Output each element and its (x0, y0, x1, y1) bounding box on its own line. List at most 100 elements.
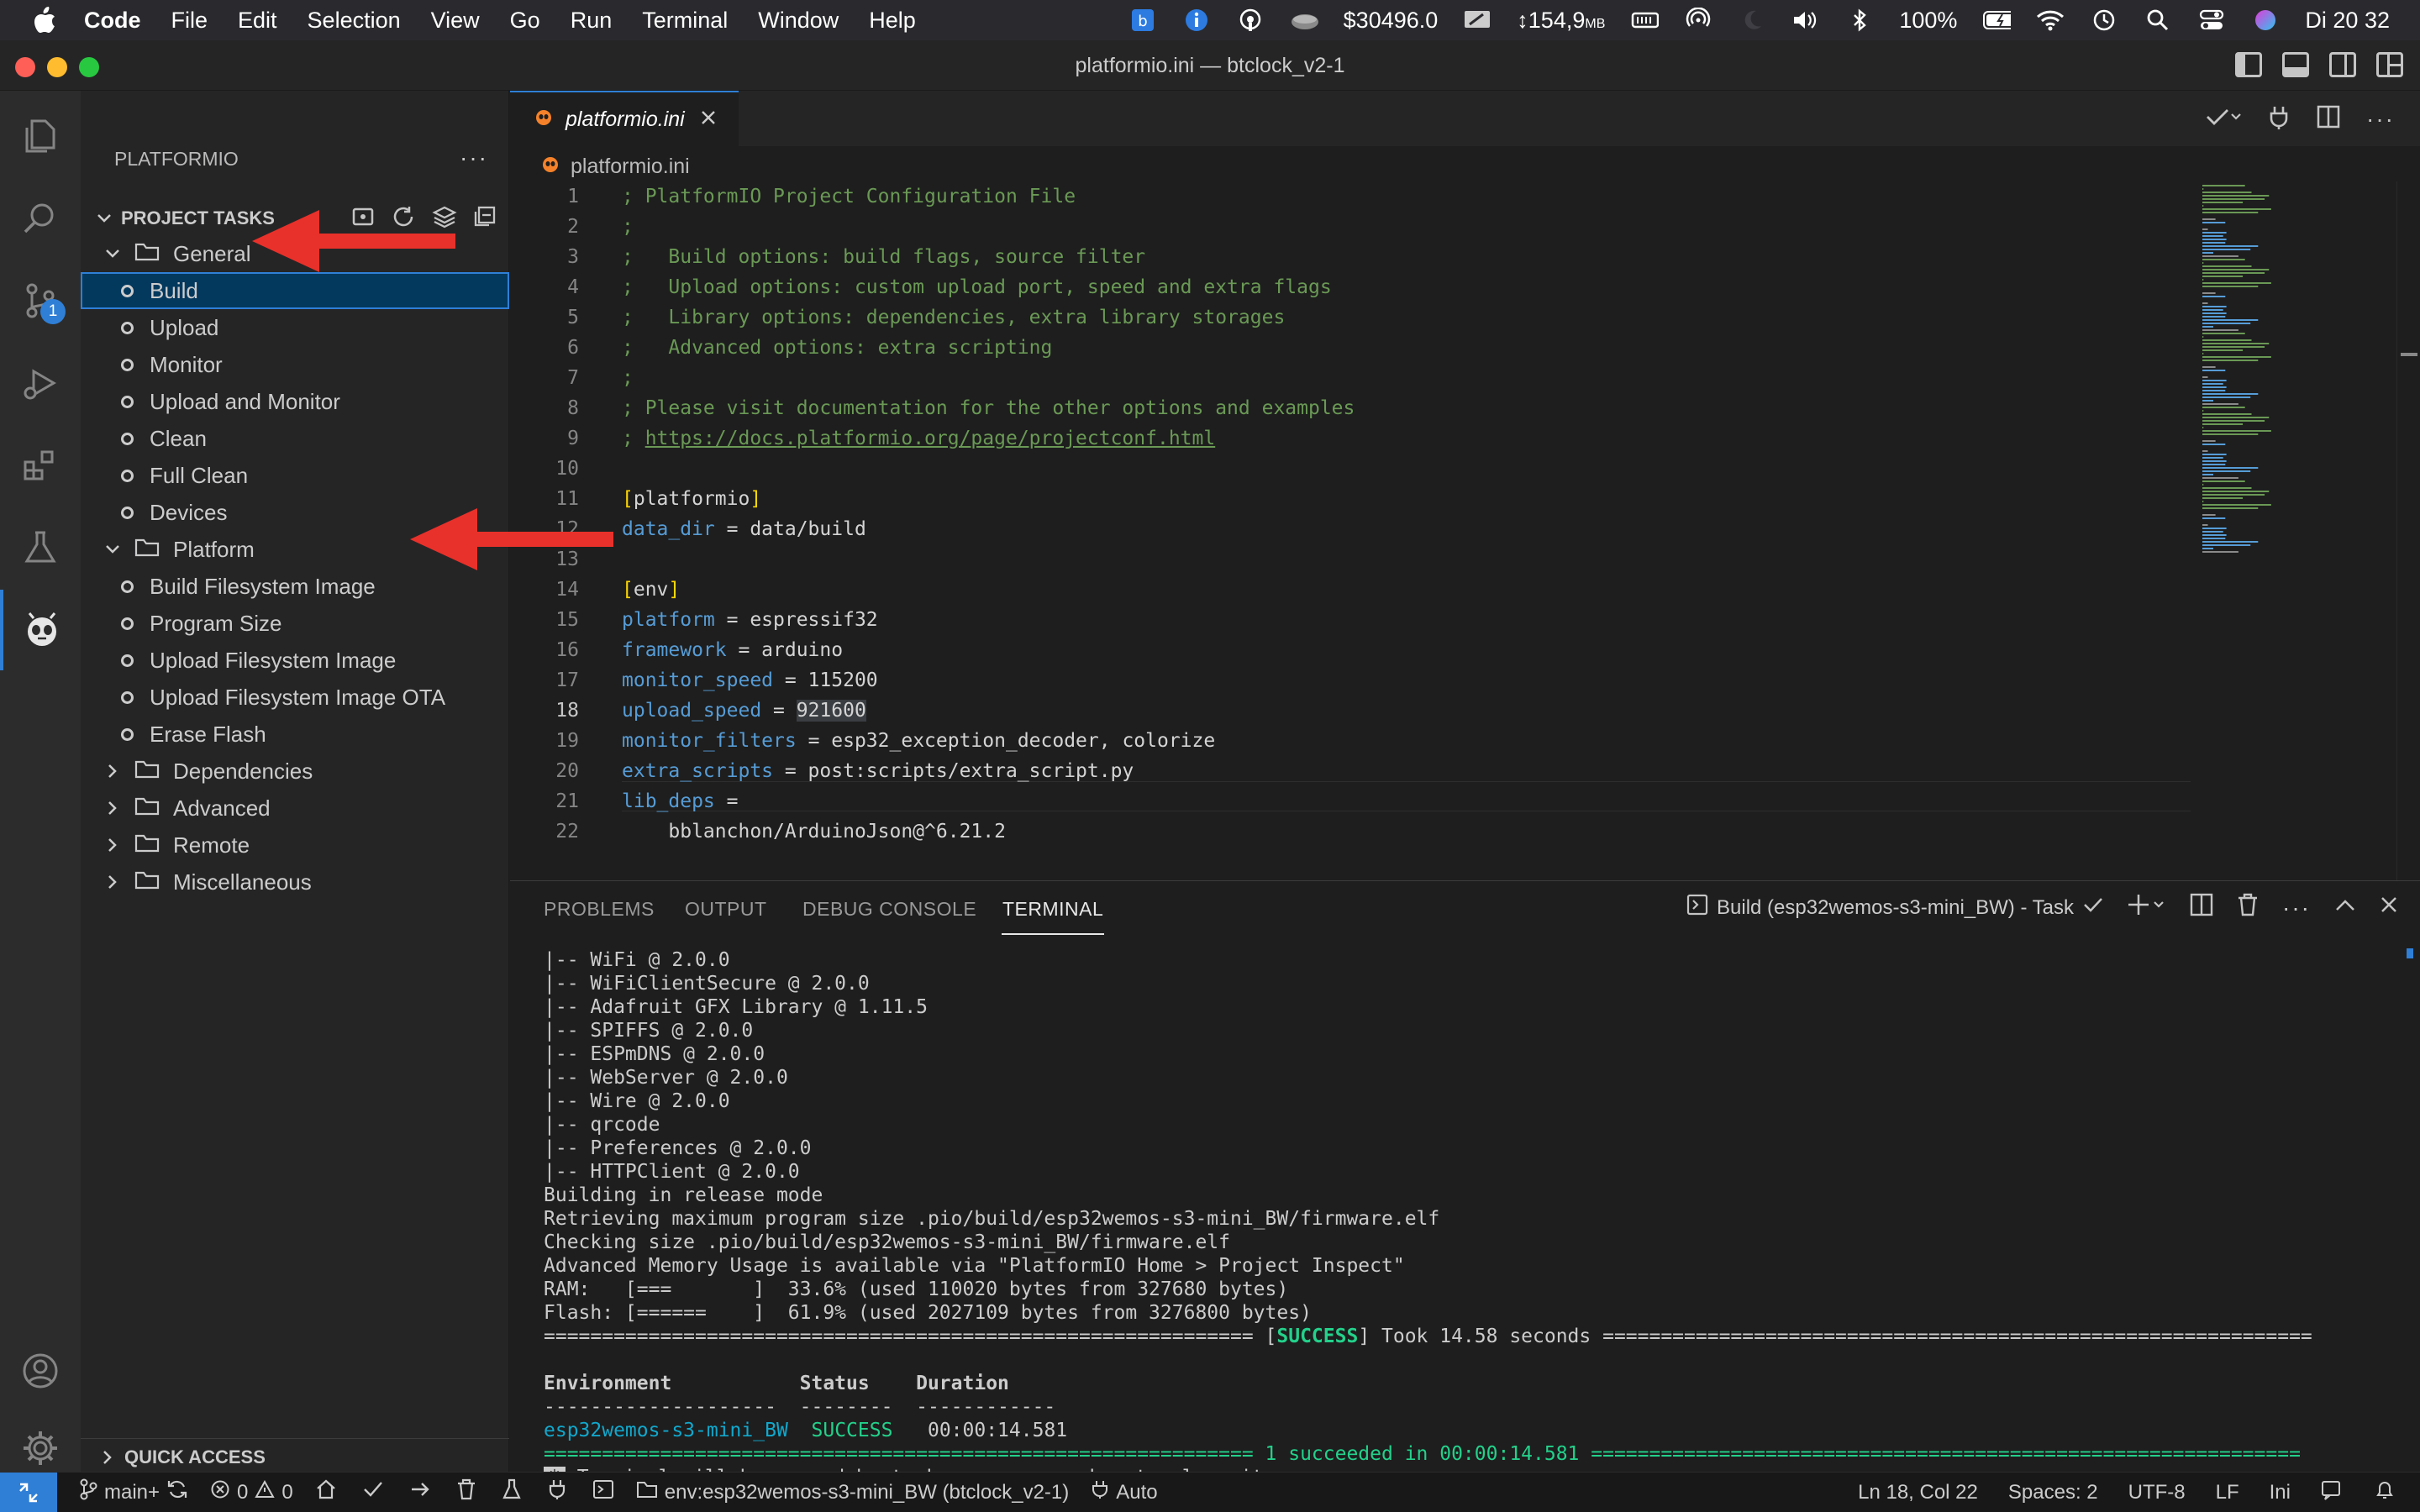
code-line[interactable]: 8 ; Please visit documentation for the ot… (510, 393, 2191, 423)
platformio-upload-arrow-icon[interactable] (409, 1478, 431, 1506)
panel-more-icon[interactable]: ··· (2282, 895, 2311, 921)
toggle-primary-sidebar-icon[interactable] (2235, 52, 2262, 77)
menu-run[interactable]: Run (571, 8, 613, 34)
search-icon[interactable] (0, 178, 81, 259)
cursor-position[interactable]: Ln 18, Col 22 (1858, 1481, 1978, 1504)
task-full-clean[interactable]: Full Clean (81, 457, 509, 494)
tab-terminal[interactable]: TERMINAL (1002, 898, 1103, 921)
code-editor[interactable]: 1 ; PlatformIO Project Configuration File… (510, 181, 2191, 880)
app-menu[interactable]: Code (84, 8, 141, 34)
code-line[interactable]: 12 data_dir = data/build (510, 514, 2191, 544)
split-editor-icon[interactable] (2316, 104, 2341, 134)
code-line[interactable]: 22 bblanchon/ArduinoJson@^6.21.2 (510, 816, 2191, 847)
problems-counter[interactable]: 0 0 (210, 1479, 293, 1505)
display-icon[interactable] (1463, 6, 1491, 34)
close-panel-icon[interactable] (2380, 895, 2398, 920)
end-of-line[interactable]: LF (2216, 1481, 2239, 1504)
platformio-home-icon[interactable] (315, 1478, 337, 1506)
podcast-icon[interactable] (1236, 6, 1265, 34)
dictionary-app-icon[interactable]: b (1128, 6, 1157, 34)
platformio-clean-trash-icon[interactable] (456, 1478, 476, 1506)
task-upload-filesystem-image-ota[interactable]: Upload Filesystem Image OTA (81, 679, 509, 716)
code-line[interactable]: 7; (510, 363, 2191, 393)
accounts-icon[interactable] (0, 1331, 81, 1411)
control-center-icon[interactable] (2197, 6, 2226, 34)
menu-file[interactable]: File (171, 8, 208, 34)
code-line[interactable]: 18 upload_speed = 921600 (510, 696, 2191, 726)
tab-debug-console[interactable]: DEBUG CONSOLE (802, 898, 976, 921)
code-line[interactable]: 13 (510, 544, 2191, 575)
testing-flask-icon[interactable] (0, 507, 81, 588)
task-clean[interactable]: Clean (81, 420, 509, 457)
airdrop-icon[interactable] (1684, 6, 1712, 34)
extensions-icon[interactable] (0, 425, 81, 506)
platformio-build-check-icon[interactable] (362, 1478, 384, 1506)
code-line[interactable]: 16 framework = arduino (510, 635, 2191, 665)
coffee-cup-icon[interactable] (1290, 6, 1318, 34)
menu-help[interactable]: Help (869, 8, 916, 34)
code-line[interactable]: 9; https://docs.platformio.org/page/proj… (510, 423, 2191, 454)
folder-miscellaneous[interactable]: Miscellaneous (81, 864, 509, 900)
code-line[interactable]: 15 platform = espressif32 (510, 605, 2191, 635)
time-machine-icon[interactable] (2090, 6, 2118, 34)
git-branch[interactable]: main+ (79, 1478, 188, 1506)
code-line[interactable]: 21 lib_deps = (510, 786, 2191, 816)
apple-logo-icon[interactable] (30, 6, 59, 34)
terminal-task-selector[interactable]: Build (esp32wemos-s3-mini_BW) - Task (1686, 894, 2104, 921)
focus-moon-icon[interactable] (1738, 6, 1766, 34)
source-control-icon[interactable]: 1 (0, 260, 81, 341)
code-line[interactable]: 2; (510, 212, 2191, 242)
folder-remote[interactable]: Remote (81, 827, 509, 864)
tab-output[interactable]: OUTPUT (685, 898, 767, 921)
check-icon[interactable] (2205, 104, 2242, 134)
memory-readout[interactable]: ↕154,9MB (1517, 8, 1605, 34)
breadcrumb[interactable]: platformio.ini (540, 151, 690, 181)
code-line[interactable]: 20 extra_scripts = post:scripts/extra_scr… (510, 756, 2191, 786)
project-environment[interactable]: env:esp32wemos-s3-mini_BW (btclock_v2-1) (636, 1480, 1069, 1504)
more-actions-icon[interactable]: ··· (2366, 106, 2395, 133)
sidebar-more-actions-icon[interactable]: ··· (460, 144, 488, 171)
new-terminal-plus-icon[interactable] (2128, 893, 2166, 922)
code-line[interactable]: 10 (510, 454, 2191, 484)
collapse-all-icon[interactable] (472, 205, 497, 234)
notifications-bell-icon[interactable] (2375, 1479, 2395, 1507)
clock[interactable]: Di 20 32 (2305, 8, 2390, 34)
platformio-test-flask-icon[interactable] (502, 1478, 522, 1506)
tab-problems[interactable]: PROBLEMS (544, 898, 655, 921)
platformio-monitor-plug-icon[interactable] (547, 1478, 567, 1506)
terminal-output[interactable]: |-- WiFi @ 2.0.0 |-- WiFiClientSecure @ 2… (544, 948, 2392, 1489)
maximize-panel-chevron-up-icon[interactable] (2334, 896, 2356, 920)
code-line[interactable]: 5 ; Library options: dependencies, extra … (510, 302, 2191, 333)
code-line[interactable]: 17 monitor_speed = 115200 (510, 665, 2191, 696)
indentation[interactable]: Spaces: 2 (2008, 1481, 2098, 1504)
folder-advanced[interactable]: Advanced (81, 790, 509, 827)
kill-terminal-trash-icon[interactable] (2237, 893, 2259, 922)
close-tab-icon[interactable] (700, 108, 717, 132)
split-terminal-icon[interactable] (2190, 893, 2213, 922)
task-build[interactable]: Build (81, 272, 509, 309)
menu-window[interactable]: Window (758, 8, 839, 34)
sync-icon[interactable] (166, 1478, 188, 1506)
editor-scrollbar[interactable] (2396, 181, 2420, 880)
platformio-terminal-icon[interactable] (592, 1478, 614, 1506)
siri-icon[interactable] (2251, 6, 2280, 34)
platformio-alien-icon[interactable] (0, 590, 81, 670)
explorer-icon[interactable] (0, 96, 81, 176)
task-upload-and-monitor[interactable]: Upload and Monitor (81, 383, 509, 420)
plug-icon[interactable] (2267, 104, 2291, 134)
quick-access-header[interactable]: QUICK ACCESS (81, 1438, 509, 1475)
toggle-secondary-sidebar-icon[interactable] (2329, 52, 2356, 77)
tab-platformio-ini[interactable]: platformio.ini (510, 91, 739, 146)
code-line[interactable]: 11 [platformio] (510, 484, 2191, 514)
spotlight-search-icon[interactable] (2144, 6, 2172, 34)
code-line[interactable]: 1 ; PlatformIO Project Configuration File (510, 181, 2191, 212)
crypto-price[interactable]: $30496.0 (1344, 8, 1439, 34)
task-program-size[interactable]: Program Size (81, 605, 509, 642)
customize-layout-icon[interactable] (2376, 52, 2403, 77)
menu-go[interactable]: Go (510, 8, 540, 34)
menu-view[interactable]: View (431, 8, 480, 34)
port-auto[interactable]: Auto (1091, 1479, 1158, 1505)
minimap[interactable] (2201, 181, 2310, 585)
code-line[interactable]: 14 [env] (510, 575, 2191, 605)
code-line[interactable]: 19 monitor_filters = esp32_exception_deco… (510, 726, 2191, 756)
